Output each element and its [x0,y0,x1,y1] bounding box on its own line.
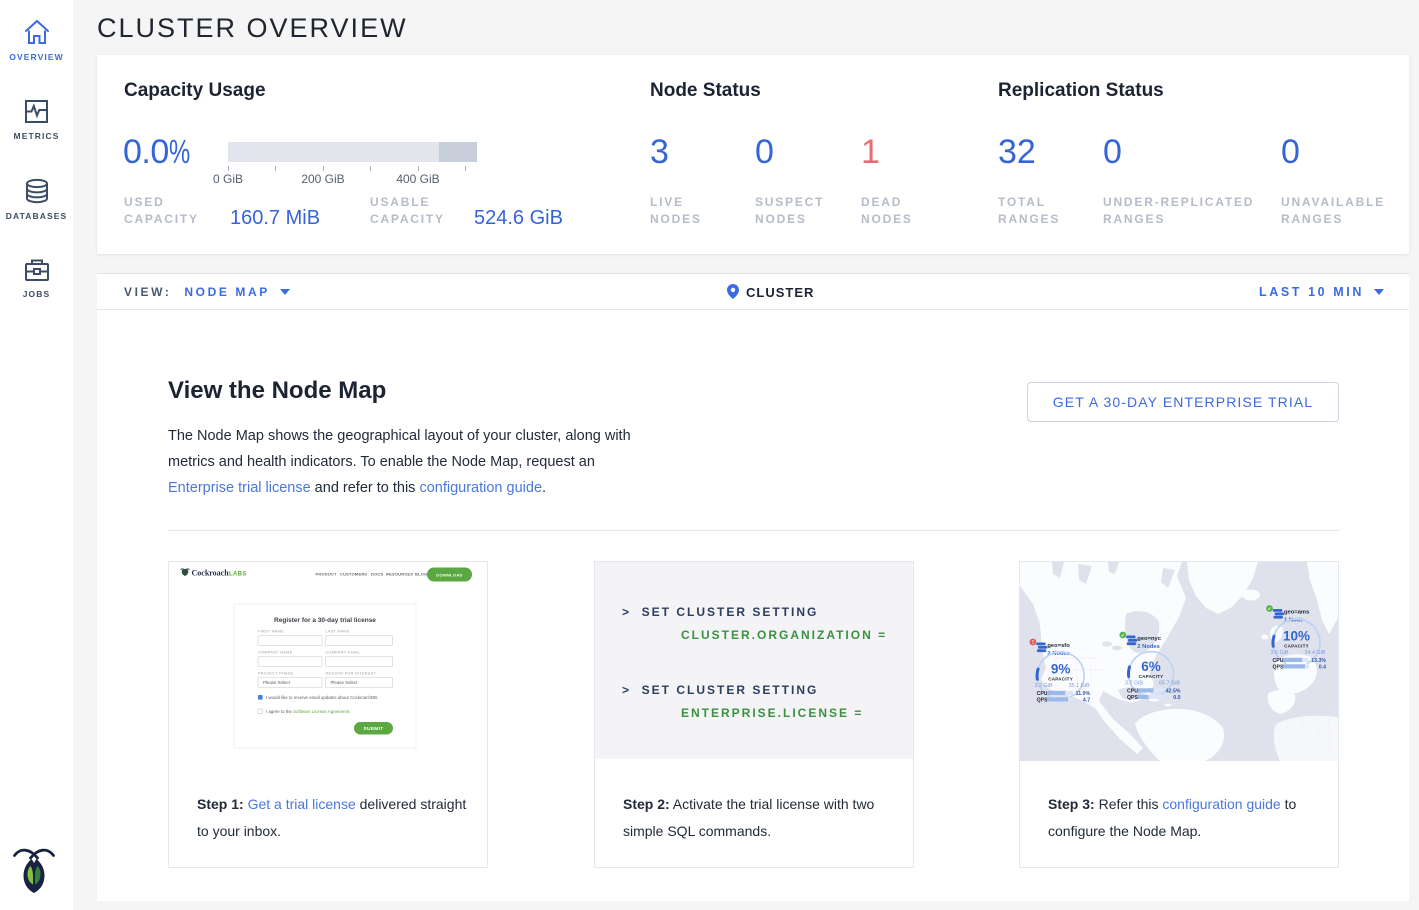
svg-text:LAST NAME: LAST NAME [326,630,350,634]
svg-text:REASON FOR INTEREST: REASON FOR INTEREST [326,672,377,676]
svg-text:✓: ✓ [1121,633,1125,639]
svg-text:13.3%: 13.3% [1311,658,1326,664]
svg-text:RESOURCES: RESOURCES [386,572,413,577]
svg-text:CAPACITY: CAPACITY [1284,644,1309,649]
svg-text:I agree to the Software Licens: I agree to the Software License Agreemen… [266,709,350,714]
svg-text:COMPANY NAME: COMPANY NAME [258,651,293,655]
svg-text:LABS: LABS [229,572,247,578]
svg-text:CPU: CPU [1127,689,1138,695]
svg-text:3.6 GiB: 3.6 GiB [1271,650,1289,656]
svg-text:BLOG: BLOG [415,572,427,577]
svg-text:3.2 GiB: 3.2 GiB [1035,683,1053,689]
svg-text:DOCS: DOCS [371,572,383,577]
svg-text:QPS: QPS [1273,665,1284,671]
svg-text:✓: ✓ [1267,607,1271,613]
svg-text:PROJECT PHASE: PROJECT PHASE [258,672,294,676]
svg-text:9%: 9% [1051,662,1071,677]
svg-text:I would like to receive email: I would like to receive email updates ab… [266,695,378,700]
svg-text:4.7: 4.7 [1083,698,1090,704]
svg-text:34.4 GiB: 34.4 GiB [1305,650,1326,656]
svg-text:geo=sfo: geo=sfo [1047,643,1070,649]
svg-text:geo=nyc: geo=nyc [1137,636,1161,642]
svg-text:DOWNLOAD: DOWNLOAD [436,572,462,577]
svg-text:42.5%: 42.5% [1166,689,1181,695]
svg-text:Register for a 30-day trial li: Register for a 30-day trial license [274,617,376,624]
svg-text:11.0%: 11.0% [1076,691,1091,697]
svg-text:0.4: 0.4 [1319,665,1326,671]
svg-text:PRODUCT: PRODUCT [316,572,338,577]
svg-text:Cockroach: Cockroach [192,569,230,578]
svg-text:QPS: QPS [1127,695,1138,701]
svg-text:3.7 GiB: 3.7 GiB [1125,681,1143,687]
svg-text:Please Select: Please Select [263,680,291,685]
svg-text:65.7 GiB: 65.7 GiB [1159,681,1180,687]
svg-text:2 Nodes: 2 Nodes [1137,644,1160,650]
svg-text:6%: 6% [1141,659,1161,674]
svg-text:10%: 10% [1283,629,1310,644]
svg-text:geo=ams: geo=ams [1284,610,1309,616]
svg-text:0.0: 0.0 [1173,695,1180,701]
svg-text:CPU: CPU [1273,658,1284,664]
svg-text:CAPACITY: CAPACITY [1139,674,1164,679]
svg-text:CPU: CPU [1037,691,1048,697]
svg-text:COMPANY EMAIL: COMPANY EMAIL [326,651,361,655]
svg-text:CUSTOMERS: CUSTOMERS [340,572,367,577]
svg-text:FIRST NAME: FIRST NAME [258,630,284,634]
svg-text:QPS: QPS [1037,698,1048,704]
svg-text:CAPACITY: CAPACITY [1048,677,1073,682]
svg-text:35.1 GiB: 35.1 GiB [1069,683,1090,689]
svg-text:SUBMIT: SUBMIT [363,726,383,731]
svg-text:Please Select: Please Select [331,680,359,685]
